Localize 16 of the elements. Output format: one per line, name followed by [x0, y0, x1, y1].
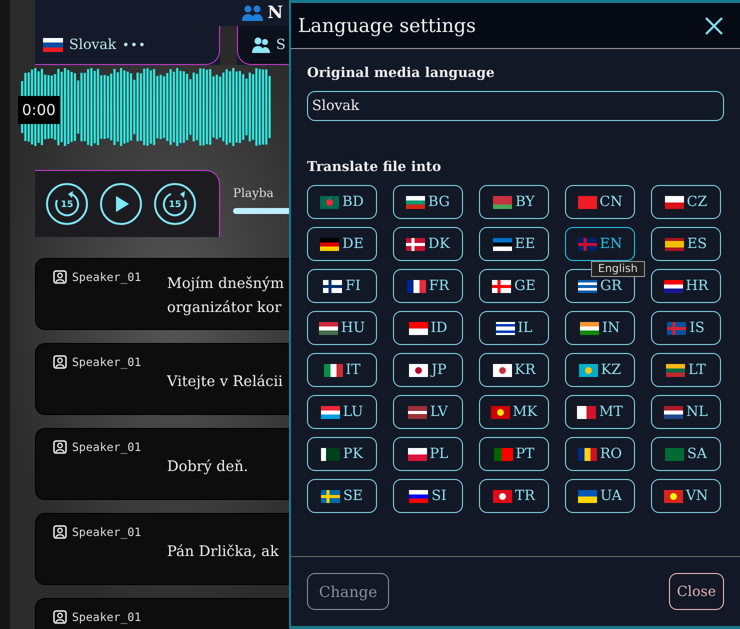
speaker-label: Speaker_01 — [72, 355, 142, 369]
playback-label: Playba — [233, 186, 275, 200]
transcript-text: Vitejte v Relácii — [167, 373, 284, 392]
transcript-text: Mojím dnešným organizátor kor — [167, 275, 285, 318]
speaker-label: Speaker_01 — [72, 525, 142, 539]
transcript-text: Pán Drlička, ak — [167, 543, 280, 562]
tooltip: English — [591, 261, 645, 277]
field-label: Original media language — [307, 65, 496, 81]
section-label: Translate file into — [307, 159, 442, 175]
page-title: N — [267, 3, 283, 23]
speaker-label: Speaker_01 — [72, 610, 142, 624]
transcript-text: Dobrý deň. — [167, 458, 250, 477]
speaker-label: Speaker_01 — [72, 440, 142, 454]
time-display: 0:00 — [18, 96, 60, 124]
speaker-label: Speaker_01 — [72, 270, 142, 284]
dialog-title: Language settings — [298, 14, 476, 36]
